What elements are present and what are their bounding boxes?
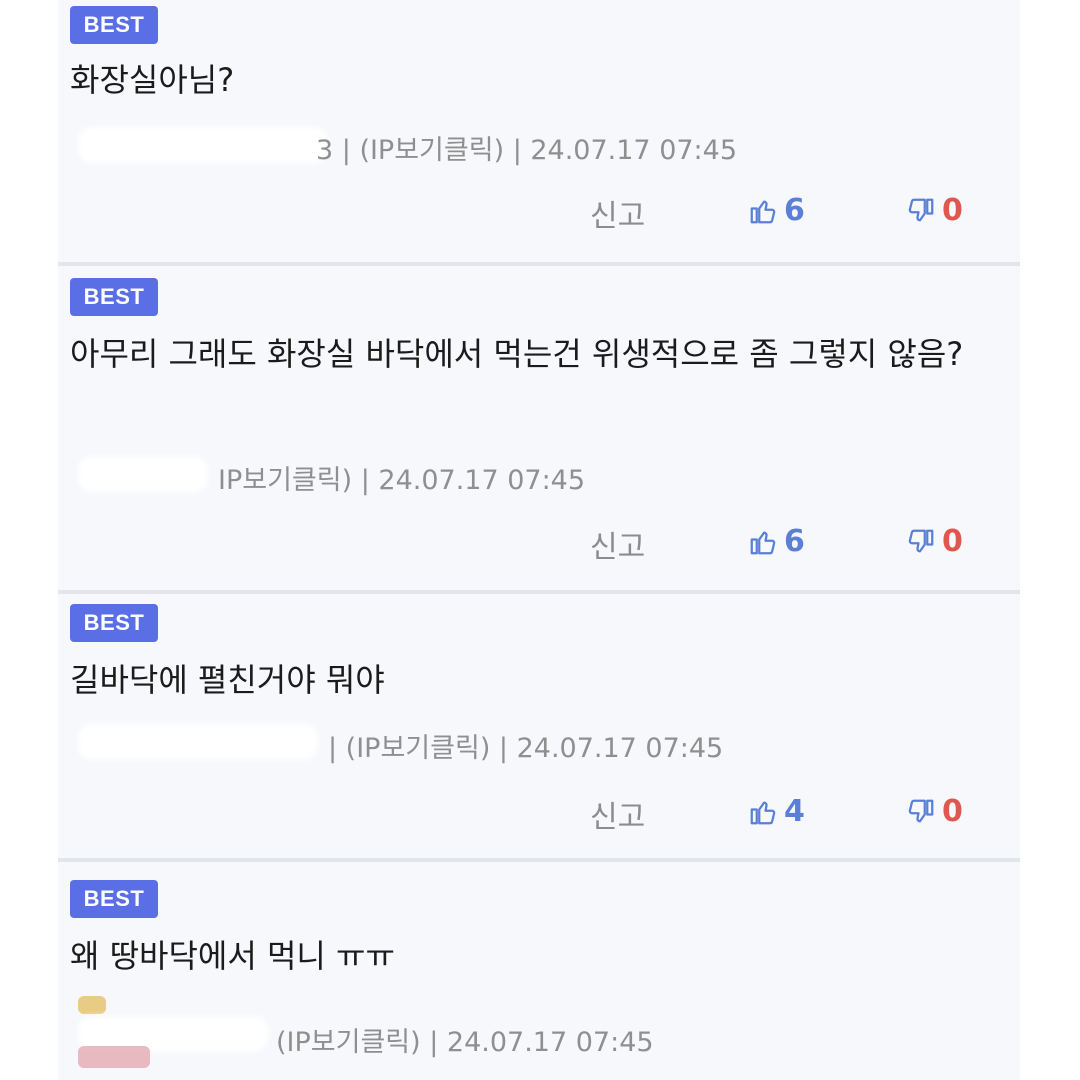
thumbs-up-icon <box>750 200 776 223</box>
like-count: 6 <box>784 193 805 228</box>
comment-meta: (IP보기클릭) | 24.07.17 07:45 <box>276 1027 654 1058</box>
redacted-author <box>78 456 208 492</box>
best-comment-3: BEST 길바닥에 펼친거야 뭐야 | (IP보기클릭) | 24.07.17 … <box>58 594 1020 858</box>
best-badge: BEST <box>70 6 158 44</box>
comment-meta: | (IP보기클릭) | 24.07.17 07:45 <box>328 733 724 764</box>
like-count: 6 <box>784 524 805 559</box>
best-comment-1: BEST 화장실아님? 3 | (IP보기클릭) | 24.07.17 07:4… <box>58 0 1020 262</box>
like-button[interactable]: 6 <box>748 193 805 228</box>
thumbs-down-icon <box>908 198 934 221</box>
comment-text: 왜 땅바닥에서 먹니 ㅠㅠ <box>70 937 395 975</box>
comment-meta: IP보기클릭) | 24.07.17 07:45 <box>218 465 586 496</box>
like-count: 4 <box>784 794 805 829</box>
redacted-author <box>78 127 328 163</box>
dislike-button[interactable]: 0 <box>906 524 963 559</box>
thumbs-down-icon <box>908 799 934 822</box>
dislike-button[interactable]: 0 <box>906 193 963 228</box>
best-badge: BEST <box>70 278 158 316</box>
dislike-count: 0 <box>942 524 963 559</box>
report-button[interactable]: 신고 <box>590 522 645 566</box>
like-button[interactable]: 4 <box>748 794 805 829</box>
thumbs-up-icon <box>750 801 776 824</box>
thumbs-up-icon <box>750 531 776 554</box>
like-button[interactable]: 6 <box>748 524 805 559</box>
level-icon <box>78 996 106 1014</box>
comment-text: 화장실아님? <box>70 61 235 99</box>
thumbs-down-icon <box>908 529 934 552</box>
report-button[interactable]: 신고 <box>590 792 645 836</box>
best-comment-2: BEST 아무리 그래도 화장실 바닥에서 먹는건 위생적으로 좀 그렇지 않음… <box>58 266 1020 590</box>
dislike-count: 0 <box>942 193 963 228</box>
comment-meta: 3 | (IP보기클릭) | 24.07.17 07:45 <box>316 135 737 166</box>
comment-text: 아무리 그래도 화장실 바닥에서 먹는건 위생적으로 좀 그렇지 않음? <box>70 335 964 373</box>
redacted-author <box>78 724 318 760</box>
emoticon-image <box>78 1046 150 1068</box>
comment-text: 길바닥에 펼친거야 뭐야 <box>70 661 385 699</box>
report-button[interactable]: 신고 <box>590 191 645 235</box>
dislike-button[interactable]: 0 <box>906 794 963 829</box>
best-badge: BEST <box>70 604 158 642</box>
best-badge: BEST <box>70 880 158 918</box>
best-comment-4: BEST 왜 땅바닥에서 먹니 ㅠㅠ (IP보기클릭) | 24.07.17 0… <box>58 862 1020 1080</box>
dislike-count: 0 <box>942 794 963 829</box>
